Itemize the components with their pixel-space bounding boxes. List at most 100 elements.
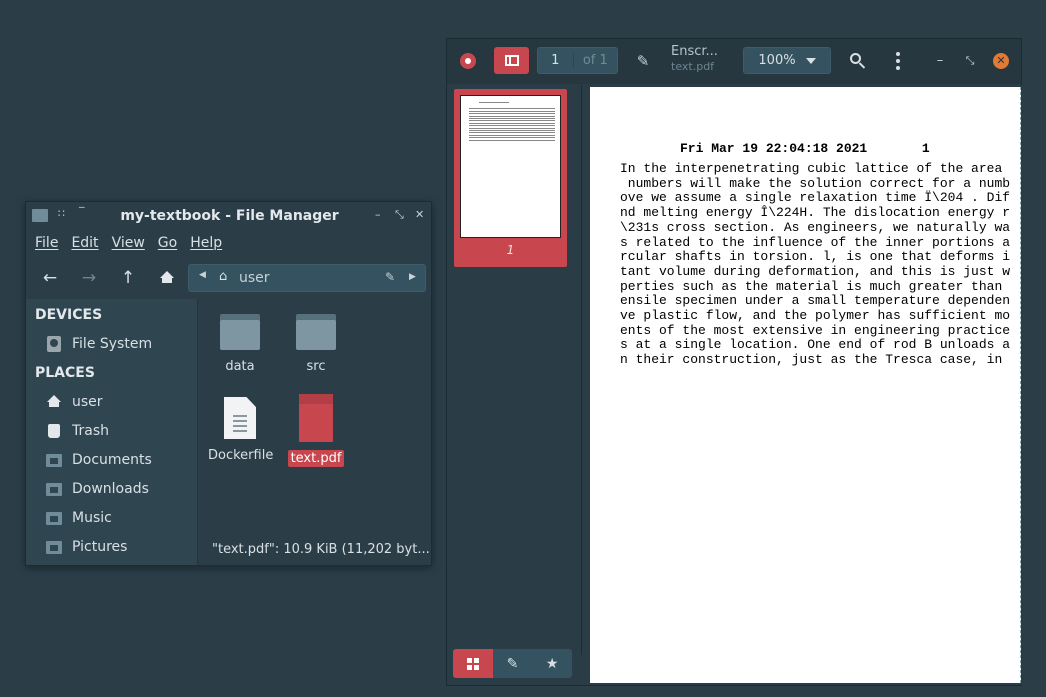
file-view: data src Dockerfile text.pdf [199,299,431,537]
devices-heading: DEVICES [35,307,103,323]
eye-icon[interactable] [457,47,479,74]
bookmarks-mode-button[interactable]: ★ [532,649,572,678]
menu-edit[interactable]: Edit [71,235,98,257]
document-line: numbers will make the solution correct f… [620,175,1011,191]
file-item-label: src [306,359,326,374]
annotations-mode-button[interactable]: ✎ [493,649,533,678]
file-item-text-pdf[interactable]: text.pdf [281,394,351,467]
file-item-data[interactable]: data [205,314,275,375]
pdf-viewer-window: 1 of 1 ✎ Enscr... text.pdf 100% – ⤡ ✕ 1 … [446,38,1023,686]
close-button[interactable]: ✕ [992,47,1010,74]
folder-download-icon [46,482,62,496]
document-line: nd melting energy Î\224H. The dislocatio… [620,205,1011,221]
thumbnail-pane: 1 [447,85,582,655]
thumbnail-page-number: 1 [506,243,515,257]
document-line: In the interpenetrating cubic lattice of… [620,161,1003,176]
home-icon [160,270,174,283]
thumbnail-page-preview [460,95,561,238]
minimize-icon[interactable]: – [933,47,947,74]
window-title: my-textbook - File Manager [120,208,339,224]
sidebar-item-documents[interactable]: Documents [46,449,152,471]
menu-file[interactable]: File [35,235,58,257]
viewer-toolbar: 1 of 1 ✎ Enscr... text.pdf 100% – ⤡ ✕ [447,39,1021,84]
document-line: n their construction, just as the Tresca… [620,352,1011,368]
document-line: s at a single location. One end of rod B… [620,337,1011,353]
file-item-label: text.pdf [287,450,345,467]
places-heading: PLACES [35,365,95,381]
page-current[interactable]: 1 [538,53,574,68]
home-icon [47,394,61,407]
sidebar-item-label: Downloads [72,481,149,497]
file-item-src[interactable]: src [281,314,351,375]
chevron-left-icon[interactable]: ◀ [199,270,206,280]
document-line: ve plastic flow, and the polymer has suf… [620,308,1011,324]
sidebar-mode-bar: ✎ ★ [453,649,572,678]
text-file-icon [224,397,256,439]
close-icon[interactable]: ✕ [415,208,424,221]
sidebar-item-file-system[interactable]: File System [46,333,152,355]
document-line: perties such as the material is much gre… [620,278,1011,294]
document-line: s related to the influence of the inner … [620,234,1011,250]
document-line: \231s cross section. As engineers, we na… [620,219,1011,235]
sidebar-item-downloads[interactable]: Downloads [46,478,149,500]
chevron-right-icon[interactable]: ▶ [409,272,416,282]
home-button[interactable] [153,265,181,291]
folder-music-icon [46,511,62,525]
document-title: Enscr... text.pdf [671,44,729,78]
kebab-menu-icon[interactable] [892,47,904,74]
document-line: ensile specimen under a small temperatur… [620,293,1011,309]
document-title-text: Enscr... [671,44,718,59]
file-manager-titlebar[interactable]: ∷ ‾ my-textbook - File Manager – ⤡ ✕ [26,202,431,230]
edit-path-icon[interactable]: ✎ [385,270,395,284]
folder-icon [296,314,336,350]
sidebar-item-label: user [72,394,103,410]
document-filename: text.pdf [671,59,715,73]
sidebar-item-pictures[interactable]: Pictures [46,536,127,558]
document-line: tant volume during deformation, and this… [620,263,1011,279]
menu-help[interactable]: Help [190,235,222,257]
up-arrow-icon[interactable]: ↑ [114,265,142,291]
sidebar-item-label: Music [72,510,112,526]
star-icon: ★ [545,655,559,672]
sidebar-item-label: Trash [72,423,109,439]
search-icon[interactable] [847,47,867,74]
document-line: ove we assume a single relaxation time Ï… [620,190,1011,206]
sidebar-item-user[interactable]: user [46,391,103,413]
document-area: Fri Mar 19 22:04:18 2021 1 In the interp… [583,85,1023,685]
page-number-field[interactable]: 1 of 1 [537,47,618,74]
file-item-dockerfile[interactable]: Dockerfile [205,397,275,464]
thumbnails-mode-button[interactable] [453,649,493,678]
sidebar-item-trash[interactable]: Trash [46,420,109,442]
menu-view[interactable]: View [112,235,145,257]
path-segment-user[interactable]: user [239,270,270,286]
restore-icon[interactable]: ⤡ [395,208,404,222]
zoom-select[interactable]: 100% [743,47,831,74]
chevron-down-icon [805,57,816,64]
sidebar-item-label: Pictures [72,539,128,555]
file-item-label: data [225,359,255,374]
pdf-file-icon [299,394,333,442]
back-arrow-icon[interactable]: ← [36,265,64,291]
page-thumbnail[interactable]: 1 [454,89,567,267]
menu-go[interactable]: Go [158,235,177,257]
pencil-icon: ✎ [506,655,519,672]
sidebar-item-music[interactable]: Music [46,507,112,529]
path-bar[interactable]: ◀ ⌂ user ✎ ▶ [188,264,426,292]
file-manager-window: ∷ ‾ my-textbook - File Manager – ⤡ ✕ Fil… [25,201,432,566]
page-header: Fri Mar 19 22:04:18 2021 1 [680,141,930,156]
minimize-icon[interactable]: – [375,208,381,221]
sidebar-icon [504,55,519,66]
forward-arrow-icon[interactable]: → [75,265,103,291]
close-icon: ✕ [993,52,1009,69]
drive-icon [47,336,61,352]
file-item-label: Dockerfile [208,448,274,463]
status-bar: "text.pdf": 10.9 KiB (11,202 byt... [199,538,431,565]
pencil-icon[interactable]: ✎ [633,47,653,74]
menu-bar: File Edit View Go Help [26,235,431,257]
grid-icon [466,657,479,670]
restore-icon[interactable]: ⤡ [963,47,977,74]
navigation-bar: ← → ↑ ◀ ⌂ user ✎ ▶ [26,263,431,293]
sidebar: DEVICES File System PLACES user Trash Do… [26,299,198,565]
folder-icon [46,453,62,467]
sidebar-toggle-button[interactable] [494,47,529,74]
